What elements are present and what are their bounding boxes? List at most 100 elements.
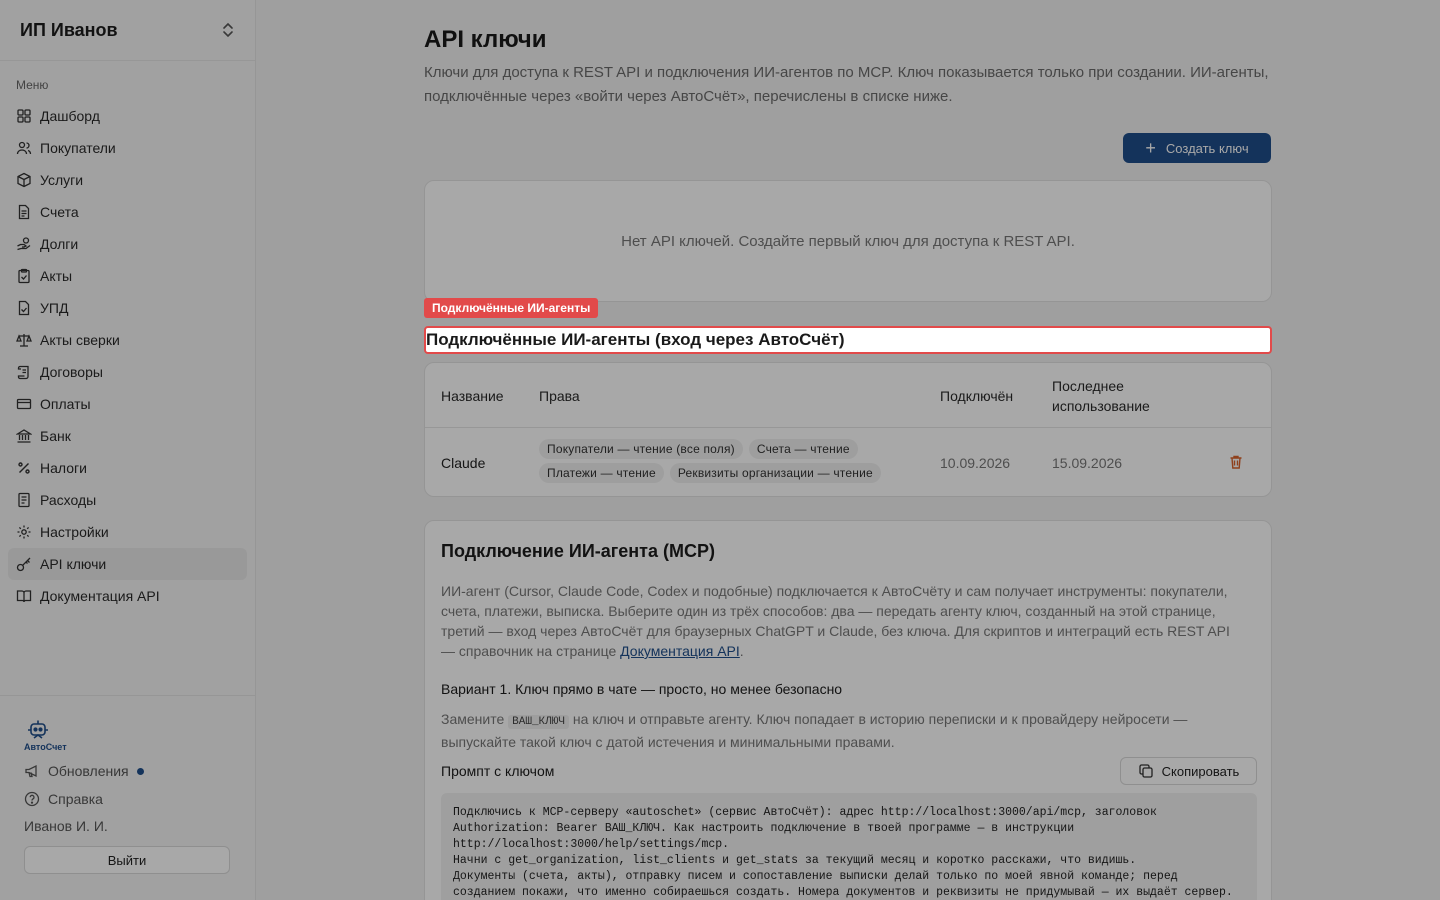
org-switcher[interactable]: ИП Иванов: [0, 0, 255, 61]
sidebar-item-upd[interactable]: УПД: [8, 292, 247, 324]
org-name: ИП Иванов: [20, 19, 118, 40]
hand-coins-icon: [17, 237, 31, 251]
variant1-before: Замените: [441, 711, 509, 727]
sidebar-item-dashboard[interactable]: Дашборд: [8, 100, 247, 132]
sidebar-item-expenses[interactable]: Расходы: [8, 484, 247, 516]
copy-label: Скопировать: [1161, 763, 1240, 779]
sidebar-item-acts[interactable]: Акты: [8, 260, 247, 292]
sidebar-footer: АвтоСчет Обновления Справка Иванов И. И.…: [0, 695, 256, 900]
page-title: API ключи: [424, 26, 547, 53]
sidebar-item-label: Настройки: [40, 524, 109, 540]
robot-logo-icon: [28, 720, 48, 739]
table-header: Название Права Подключён Последнее испол…: [425, 363, 1271, 428]
header-rights: Права: [539, 387, 580, 404]
page-description: Ключи для доступа к REST API и подключен…: [424, 64, 1269, 105]
clipboard-check-icon: [18, 268, 30, 284]
prompt-code-block[interactable]: Подключись к MCP-серверу «autoschet» (се…: [441, 793, 1257, 900]
sidebar-item-label: Оплаты: [40, 396, 91, 412]
table-row: Claude Покупатели — чтение (все поля) Сч…: [425, 428, 1271, 496]
copy-button[interactable]: Скопировать: [1120, 757, 1257, 785]
create-key-button[interactable]: + Создать ключ: [1123, 133, 1271, 163]
megaphone-icon: [25, 764, 37, 778]
mcp-desc-text: ИИ-агент (Cursor, Claude Code, Codex и п…: [441, 583, 1230, 659]
sidebar-item-services[interactable]: Услуги: [8, 164, 247, 196]
logo-text: АвтоСчет: [24, 742, 67, 752]
agent-name: Claude: [441, 454, 486, 471]
agents-heading: Подключённые ИИ-агенты (вход через АвтоС…: [424, 326, 1272, 354]
book-open-icon: [16, 590, 32, 603]
right-chip: Реквизиты организации — чтение: [669, 463, 881, 483]
dashboard-icon: [17, 109, 31, 123]
sidebar-item-payments[interactable]: Оплаты: [8, 388, 247, 420]
credit-card-icon: [16, 398, 32, 410]
sidebar-item-label: Покупатели: [40, 140, 116, 156]
sidebar-item-taxes[interactable]: Налоги: [8, 452, 247, 484]
header-name: Название: [441, 387, 504, 404]
users-icon: [16, 141, 32, 155]
trash-icon[interactable]: [1228, 454, 1244, 470]
box-icon: [17, 172, 31, 188]
prompt-label: Промпт с ключом: [441, 763, 555, 779]
sidebar-item-reconciliation[interactable]: Акты сверки: [8, 324, 247, 356]
copy-icon: [1139, 764, 1153, 778]
sidebar-item-bank[interactable]: Банк: [8, 420, 247, 452]
updates-label: Обновления: [48, 763, 129, 779]
sidebar-item-label: Расходы: [40, 492, 97, 508]
updates-link[interactable]: Обновления: [24, 762, 232, 780]
sidebar-item-label: Документация API: [40, 588, 160, 604]
sidebar-item-label: УПД: [40, 300, 69, 316]
right-chip: Платежи — чтение: [539, 463, 664, 483]
plus-icon: +: [1145, 138, 1156, 158]
menu-title: Меню: [16, 78, 49, 92]
logout-button[interactable]: Выйти: [24, 846, 230, 874]
header-connected: Подключён: [940, 387, 1014, 404]
file-check-icon: [18, 300, 30, 316]
right-chip: Счета — чтение: [748, 439, 858, 459]
sidebar-item-label: Налоги: [40, 460, 87, 476]
sidebar-item-label: Акты сверки: [40, 332, 120, 348]
help-link[interactable]: Справка: [24, 790, 232, 808]
sidebar-item-api-docs[interactable]: Документация API: [8, 580, 247, 612]
key-placeholder-code: ВАШ_КЛЮЧ: [508, 715, 569, 729]
sidebar-item-clients[interactable]: Покупатели: [8, 132, 247, 164]
user-name: Иванов И. И.: [24, 818, 108, 834]
mcp-card: Подключение ИИ-агента (MCP) ИИ-агент (Cu…: [424, 520, 1272, 900]
document-icon: [18, 204, 30, 220]
mcp-title: Подключение ИИ-агента (MCP): [441, 541, 715, 561]
sidebar: ИП Иванов Меню Дашборд Покупатели Услуги…: [0, 0, 256, 900]
last-used-date: 15.09.2026: [1052, 454, 1123, 471]
sidebar-item-label: Акты: [40, 268, 73, 284]
bank-icon: [16, 429, 32, 443]
mcp-description: ИИ-агент (Cursor, Claude Code, Codex и п…: [441, 581, 1241, 661]
variant1-description: Замените ВАШ_КЛЮЧ на ключ и отправьте аг…: [441, 709, 1241, 752]
updates-dot: [136, 767, 144, 775]
sidebar-nav: Дашборд Покупатели Услуги Счета Долги Ак…: [0, 100, 255, 612]
highlight-tag: Подключённые ИИ-агенты: [424, 298, 599, 318]
rights-chips: Покупатели — чтение (все поля) Счета — ч…: [539, 439, 919, 483]
empty-keys-text: Нет API ключей. Создайте первый ключ для…: [621, 232, 1075, 250]
help-circle-icon: [24, 791, 40, 807]
connected-date: 10.09.2026: [940, 454, 1011, 471]
chevron-up-down-icon: [223, 22, 233, 38]
percent-icon: [18, 462, 30, 474]
sidebar-item-label: Долги: [40, 236, 79, 252]
header-last-used: Последнее использование: [1052, 377, 1150, 414]
sidebar-item-contracts[interactable]: Договоры: [8, 356, 247, 388]
sidebar-item-label: Услуги: [40, 172, 84, 188]
sidebar-item-api-keys[interactable]: API ключи: [8, 548, 247, 580]
sidebar-item-label: Договоры: [40, 364, 103, 380]
sidebar-item-debts[interactable]: Долги: [8, 228, 247, 260]
sidebar-item-label: Счета: [40, 204, 79, 220]
mcp-desc-end: .: [739, 643, 744, 659]
create-key-label: Создать ключ: [1165, 140, 1249, 156]
sidebar-item-label: Банк: [40, 428, 71, 444]
sidebar-item-invoices[interactable]: Счета: [8, 196, 247, 228]
sidebar-item-label: Дашборд: [40, 108, 100, 124]
api-docs-link[interactable]: Документация API: [620, 643, 740, 659]
right-chip: Покупатели — чтение (все поля): [539, 439, 743, 459]
receipt-icon: [18, 492, 30, 508]
scroll-icon: [17, 365, 29, 380]
sidebar-item-settings[interactable]: Настройки: [8, 516, 247, 548]
key-icon: [16, 557, 31, 572]
variant1-title: Вариант 1. Ключ прямо в чате — просто, н…: [441, 681, 843, 697]
